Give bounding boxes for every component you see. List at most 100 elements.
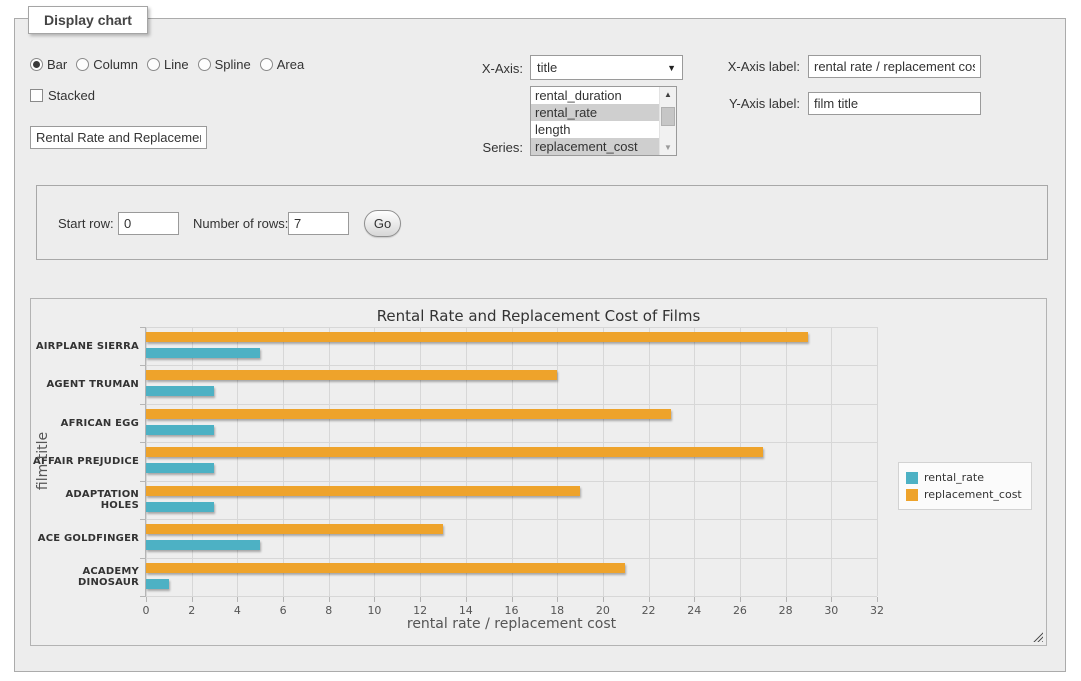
x-tick <box>557 597 558 602</box>
bar-rental_rate <box>146 386 214 396</box>
radio-label: Bar <box>47 57 67 72</box>
scroll-down-icon[interactable]: ▼ <box>660 140 676 155</box>
x-tick <box>831 597 832 602</box>
legend-swatch <box>906 489 918 501</box>
x-tick <box>374 597 375 602</box>
bar-rental_rate <box>146 540 260 550</box>
x-tick <box>603 597 604 602</box>
category-label: ACADEMY DINOSAUR <box>31 558 139 596</box>
radio-label: Line <box>164 57 189 72</box>
gridline <box>374 327 375 596</box>
gridline <box>146 558 877 559</box>
gridline <box>831 327 832 596</box>
stacked-checkbox[interactable] <box>30 89 43 102</box>
chart-title-input[interactable] <box>30 126 207 149</box>
category-label: AGENT TRUMAN <box>31 365 139 403</box>
legend-swatch <box>906 472 918 484</box>
chart-type-radio-area[interactable]: Area <box>260 57 304 72</box>
start-row-input[interactable] <box>118 212 179 235</box>
y-tick <box>140 481 145 482</box>
x-tick <box>237 597 238 602</box>
legend-item-replacement_cost[interactable]: replacement_cost <box>906 486 1022 503</box>
x-axis-select[interactable]: title ▼ <box>530 55 683 80</box>
chart-type-radio-spline[interactable]: Spline <box>198 57 251 72</box>
radio-label: Column <box>93 57 138 72</box>
series-option-rental_rate[interactable]: rental_rate <box>531 104 659 121</box>
radio-icon <box>147 58 160 71</box>
gridline <box>146 596 877 597</box>
x-tick <box>420 597 421 602</box>
x-tick <box>694 597 695 602</box>
series-option-length[interactable]: length <box>531 121 659 138</box>
y-tick <box>140 442 145 443</box>
gridline <box>283 327 284 596</box>
gridline <box>649 327 650 596</box>
chart-type-radio-bar[interactable]: Bar <box>30 57 67 72</box>
stacked-checkbox-row: Stacked <box>30 88 95 103</box>
gridline <box>146 327 147 596</box>
radio-icon <box>76 58 89 71</box>
category-label: AIRPLANE SIERRA <box>31 327 139 365</box>
rows-panel: Start row: Number of rows: Go <box>36 185 1048 260</box>
chevron-down-icon: ▼ <box>667 63 676 73</box>
number-of-rows-input[interactable] <box>288 212 349 235</box>
y-axis-label-input[interactable] <box>808 92 981 115</box>
series-select-label: Series: <box>430 140 523 155</box>
x-tick <box>786 597 787 602</box>
start-row-label: Start row: <box>58 216 114 231</box>
bar-rental_rate <box>146 348 260 358</box>
x-axis-label-input[interactable] <box>808 55 981 78</box>
number-of-rows-label: Number of rows: <box>193 216 288 231</box>
chart-container: Rental Rate and Replacement Cost of Film… <box>30 298 1047 646</box>
legend-item-rental_rate[interactable]: rental_rate <box>906 469 1022 486</box>
gridline <box>786 327 787 596</box>
category-label: ACE GOLDFINGER <box>31 519 139 557</box>
gridline <box>146 519 877 520</box>
bar-rental_rate <box>146 463 214 473</box>
scroll-up-icon[interactable]: ▲ <box>660 87 676 102</box>
gridline <box>146 442 877 443</box>
x-tick <box>146 597 147 602</box>
x-axis-selected-value: title <box>537 60 667 75</box>
chart-type-radio-group: Bar Column Line Spline Area <box>30 57 313 72</box>
y-tick <box>140 558 145 559</box>
bar-replacement_cost <box>146 370 557 380</box>
radio-icon <box>30 58 43 71</box>
go-button[interactable]: Go <box>364 210 401 237</box>
series-scrollbar[interactable]: ▲ ▼ <box>659 87 676 155</box>
gridline <box>466 327 467 596</box>
x-tick <box>877 597 878 602</box>
gridline <box>420 327 421 596</box>
scrollbar-thumb[interactable] <box>661 107 675 126</box>
x-tick <box>192 597 193 602</box>
gridline <box>557 327 558 596</box>
gridline <box>237 327 238 596</box>
plot-area: 02468101214161820222426283032 <box>146 327 877 596</box>
radio-icon <box>198 58 211 71</box>
series-options: rental_durationrental_ratelengthreplacem… <box>531 87 659 155</box>
chart-type-radio-line[interactable]: Line <box>147 57 189 72</box>
bar-rental_rate <box>146 425 214 435</box>
gridline <box>694 327 695 596</box>
bar-replacement_cost <box>146 447 763 457</box>
resize-handle-icon[interactable] <box>1032 631 1043 642</box>
gridline <box>146 327 877 328</box>
gridline <box>329 327 330 596</box>
gridline <box>877 327 878 596</box>
stacked-label: Stacked <box>48 88 95 103</box>
x-tick <box>329 597 330 602</box>
chart-legend: rental_rate replacement_cost <box>898 462 1032 510</box>
x-tick <box>649 597 650 602</box>
gridline <box>192 327 193 596</box>
bar-replacement_cost <box>146 524 443 534</box>
series-option-rental_duration[interactable]: rental_duration <box>531 87 659 104</box>
series-option-replacement_cost[interactable]: replacement_cost <box>531 138 659 155</box>
series-listbox[interactable]: rental_durationrental_ratelengthreplacem… <box>530 86 677 156</box>
gridline <box>740 327 741 596</box>
chart-type-radio-column[interactable]: Column <box>76 57 138 72</box>
x-tick <box>283 597 284 602</box>
chart-title: Rental Rate and Replacement Cost of Film… <box>31 307 1046 325</box>
legend-label: rental_rate <box>924 471 984 484</box>
x-axis-label-label: X-Axis label: <box>700 59 800 74</box>
legend-label: replacement_cost <box>924 488 1022 501</box>
